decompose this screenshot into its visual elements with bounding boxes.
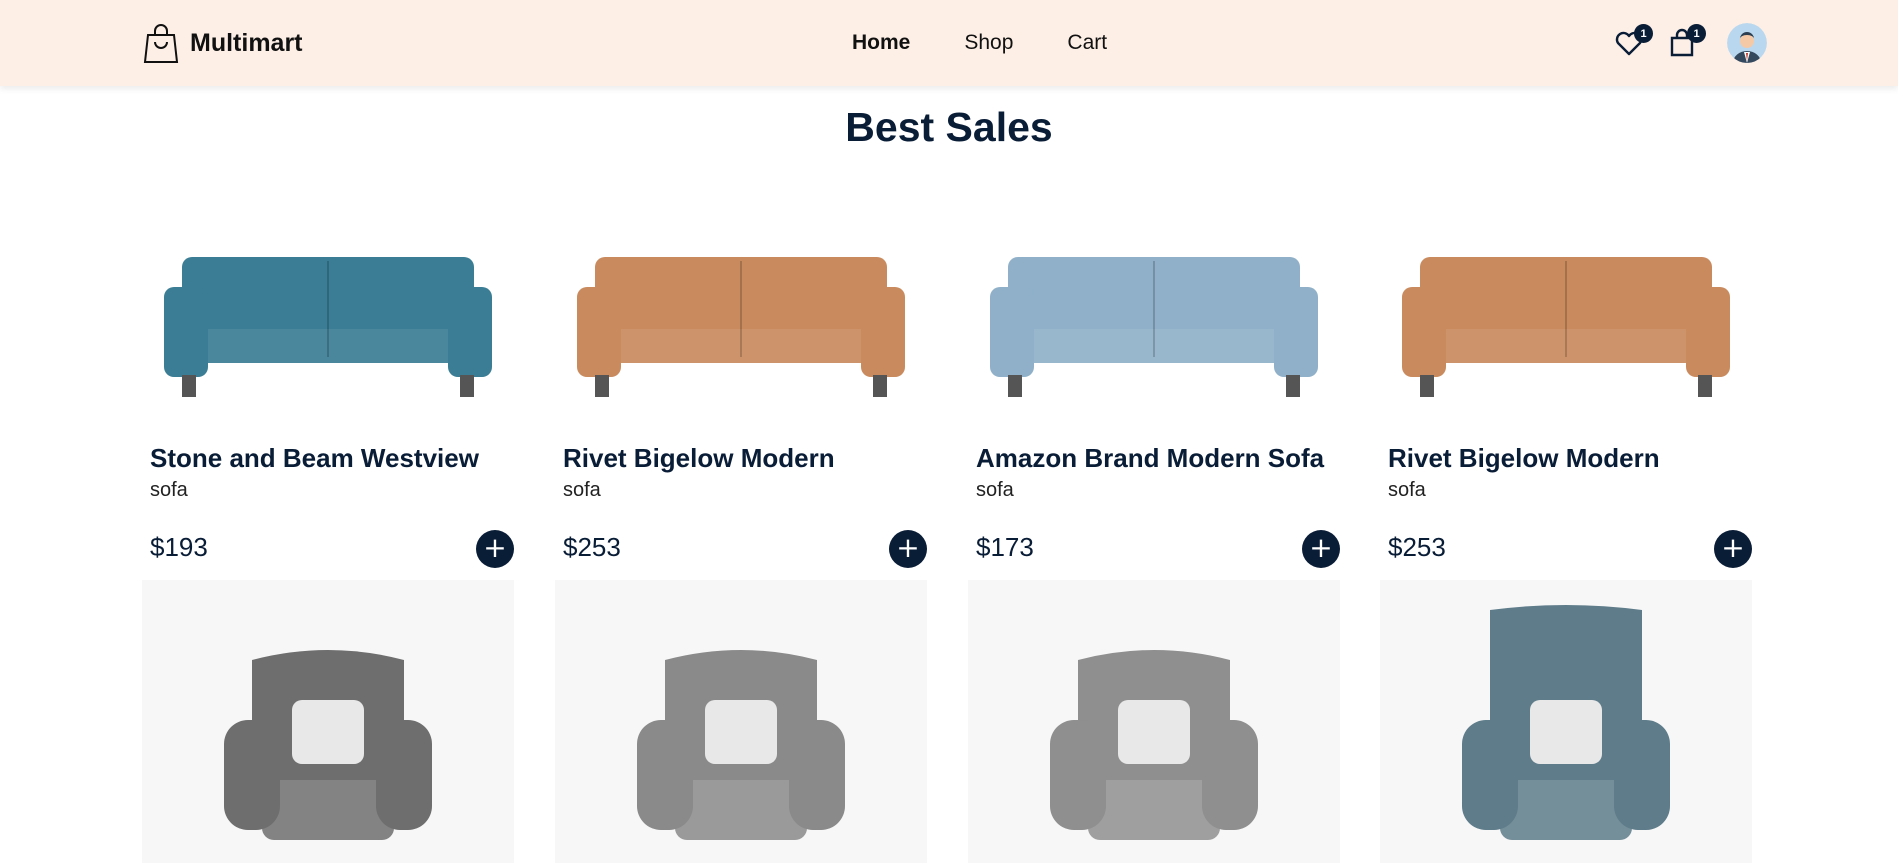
section-title: Best Sales (845, 104, 1053, 150)
product-price: $253 (563, 532, 621, 562)
product-price: $193 (150, 532, 208, 562)
nav-shop[interactable]: Shop (964, 31, 1013, 55)
sofa-image[interactable] (968, 225, 1340, 415)
nav-icons: 1 1 (1614, 23, 1767, 63)
wingback-chair-fur-image[interactable] (968, 580, 1340, 863)
add-to-cart-button[interactable]: + (889, 530, 927, 568)
user-avatar-icon (1727, 23, 1767, 63)
navbar: Multimart Home Shop Cart 1 1 (0, 0, 1898, 86)
wishlist-count-badge: 1 (1634, 24, 1653, 43)
product-card[interactable] (1380, 580, 1752, 863)
sofa-image[interactable] (555, 225, 927, 415)
brand-name: Multimart (190, 28, 303, 57)
wishlist-button[interactable]: 1 (1614, 24, 1653, 58)
armchair-image[interactable] (142, 580, 514, 863)
add-to-cart-button[interactable]: + (1714, 530, 1752, 568)
nav-links: Home Shop Cart (852, 31, 1107, 55)
product-price: $253 (1388, 532, 1446, 562)
product-category: sofa (1388, 479, 1426, 501)
sofa-image[interactable] (1380, 225, 1752, 415)
brand[interactable]: Multimart (142, 22, 303, 64)
product-card[interactable] (968, 580, 1340, 863)
wingback-chair-image[interactable] (555, 580, 927, 863)
cart-button[interactable]: 1 (1667, 24, 1706, 58)
product-card[interactable] (555, 580, 927, 863)
product-card[interactable] (142, 580, 514, 863)
shopping-bag-logo-icon (143, 24, 179, 63)
sofa-image[interactable] (142, 225, 514, 415)
user-avatar[interactable] (1727, 23, 1767, 63)
nav-cart[interactable]: Cart (1067, 31, 1107, 55)
product-category: sofa (976, 479, 1014, 501)
product-name[interactable]: Amazon Brand Modern Sofa (976, 443, 1324, 474)
product-category: sofa (563, 479, 601, 501)
product-category: sofa (150, 479, 188, 501)
product-name[interactable]: Rivet Bigelow Modern (1388, 443, 1660, 474)
product-name[interactable]: Stone and Beam Westview (150, 443, 479, 474)
blue-armchair-image[interactable] (1380, 580, 1752, 863)
add-to-cart-button[interactable]: + (1302, 530, 1340, 568)
cart-count-badge: 1 (1687, 24, 1706, 43)
nav-home[interactable]: Home (852, 31, 910, 55)
product-price: $173 (976, 532, 1034, 562)
product-name[interactable]: Rivet Bigelow Modern (563, 443, 835, 474)
add-to-cart-button[interactable]: + (476, 530, 514, 568)
